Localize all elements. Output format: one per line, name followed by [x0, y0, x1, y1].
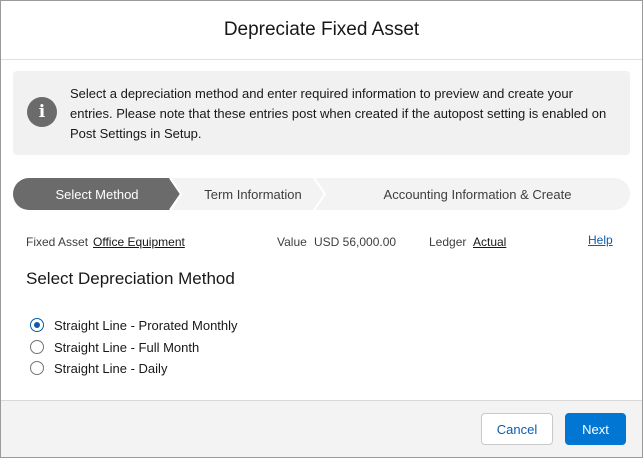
asset-summary: Fixed Asset Office Equipment Value USD 5… — [26, 233, 620, 251]
info-text: Select a depreciation method and enter r… — [70, 86, 607, 141]
value-amount: USD 56,000.00 — [314, 235, 397, 249]
radio-selected-icon[interactable] — [30, 318, 44, 332]
modal-title: Depreciate Fixed Asset — [223, 19, 420, 40]
path-step-accounting-information[interactable]: Accounting Information & Create — [325, 178, 630, 210]
cancel-button[interactable]: Cancel — [481, 413, 553, 445]
help-link[interactable]: Help — [588, 233, 613, 247]
path-step-term-information[interactable]: Term Information — [181, 178, 325, 210]
progress-path: Select Method Term Information Accountin… — [13, 178, 630, 210]
next-button[interactable]: Next — [565, 413, 626, 445]
depreciate-fixed-asset-modal: Depreciate Fixed Asset i Select a deprec… — [0, 0, 643, 458]
path-step-label: Term Information — [204, 186, 302, 202]
modal-header: Depreciate Fixed Asset — [1, 1, 642, 60]
path-step-label: Accounting Information & Create — [383, 186, 572, 202]
method-option-label: Straight Line - Full Month — [54, 339, 200, 355]
method-option-full-month[interactable]: Straight Line - Full Month — [30, 338, 199, 356]
method-option-label: Straight Line - Daily — [54, 360, 168, 376]
info-notice: i Select a depreciation method and enter… — [13, 71, 630, 155]
radio-unselected-icon[interactable] — [30, 340, 44, 354]
fixed-asset-link[interactable]: Office Equipment — [93, 235, 185, 249]
value-label: Value — [277, 235, 307, 249]
radio-unselected-icon[interactable] — [30, 361, 44, 375]
section-title: Select Depreciation Method — [26, 269, 235, 288]
ledger-link[interactable]: Actual — [473, 235, 506, 249]
method-option-prorated-monthly[interactable]: Straight Line - Prorated Monthly — [30, 316, 238, 334]
path-step-select-method[interactable]: Select Method — [13, 178, 181, 210]
fixed-asset-label: Fixed Asset — [26, 235, 89, 249]
modal-footer: Cancel Next — [1, 400, 642, 457]
ledger-label: Ledger — [429, 235, 467, 249]
method-option-daily[interactable]: Straight Line - Daily — [30, 359, 167, 377]
method-option-label: Straight Line - Prorated Monthly — [54, 317, 238, 333]
info-icon: i — [27, 97, 57, 127]
path-step-label: Select Method — [55, 186, 139, 202]
